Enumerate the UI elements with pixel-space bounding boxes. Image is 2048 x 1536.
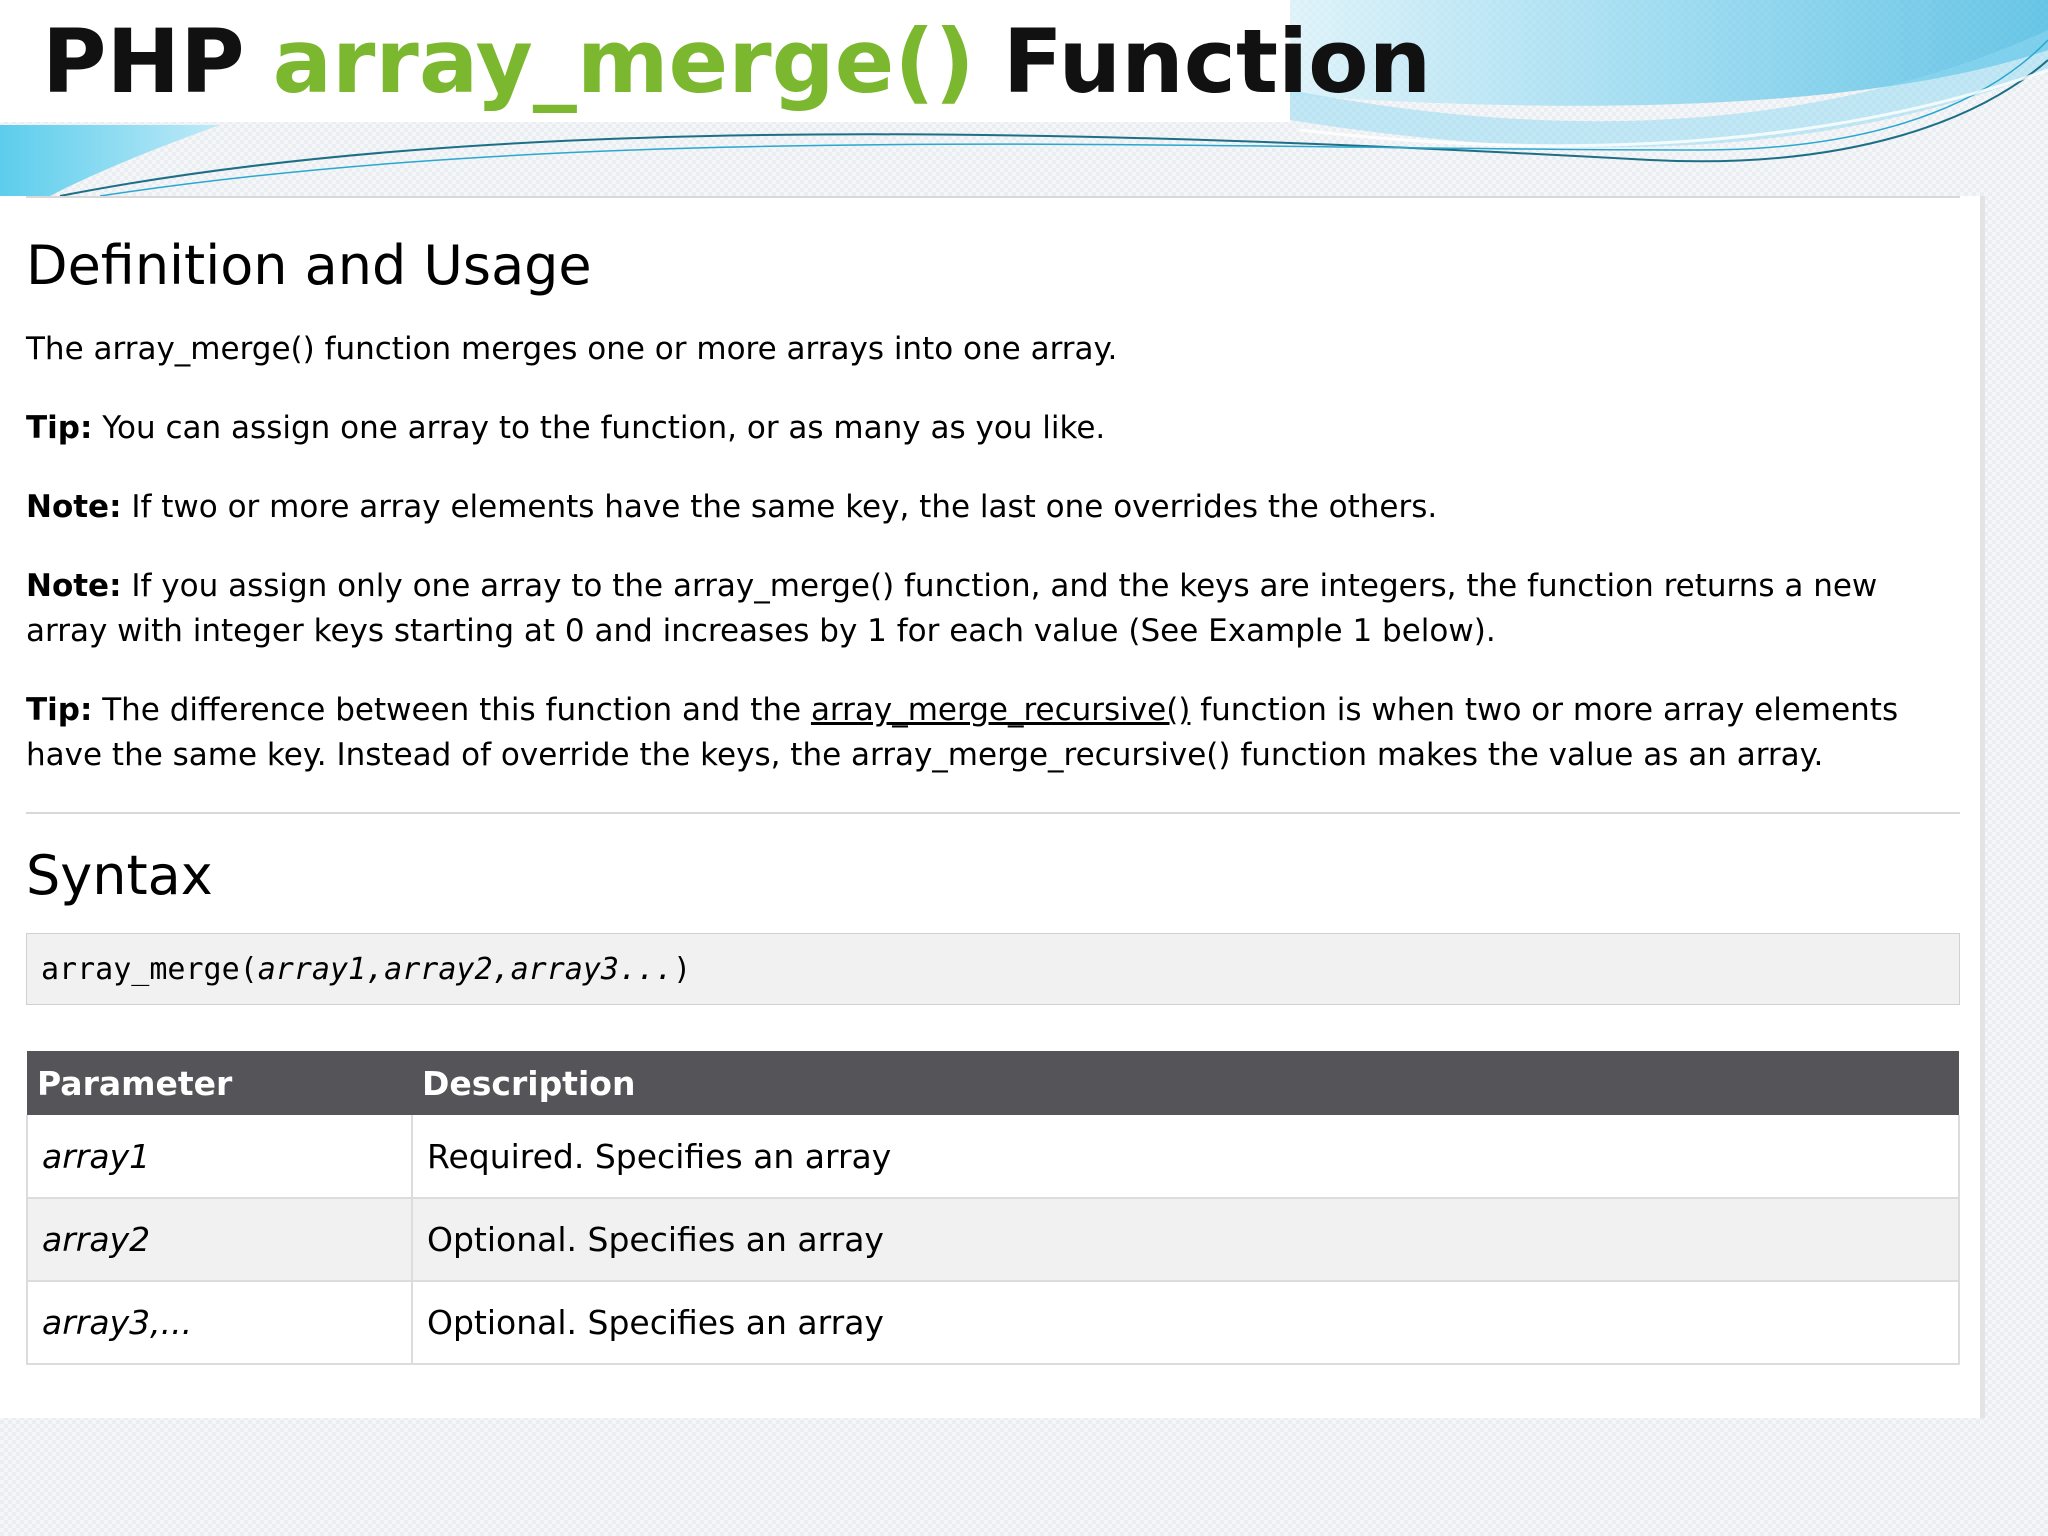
page-content: Definition and Usage The array_merge() f…	[26, 196, 1960, 1365]
code-function: array_merge(	[41, 951, 258, 987]
array-merge-recursive-link[interactable]: array_merge_recursive()	[811, 692, 1190, 728]
column-header-parameter: Parameter	[27, 1051, 412, 1115]
note-paragraph-1: Note: If two or more array elements have…	[26, 485, 1960, 530]
parameters-table: Parameter Description array1 Required. S…	[26, 1051, 1960, 1365]
parameter-name: array1	[26, 1115, 413, 1199]
parameter-description: Optional. Specifies an array	[411, 1281, 1960, 1365]
title-suffix: Function	[1002, 9, 1432, 113]
definition-heading: Definition and Usage	[26, 234, 592, 297]
syntax-heading: Syntax	[26, 844, 213, 907]
slide-title: PHP array_merge() Function	[42, 10, 1431, 113]
divider	[26, 812, 1960, 814]
note-text: If you assign only one array to the arra…	[26, 568, 1878, 649]
parameter-description: Optional. Specifies an array	[411, 1198, 1960, 1282]
table-row: array2 Optional. Specifies an array	[26, 1198, 1960, 1282]
table-row: array3,... Optional. Specifies an array	[26, 1281, 1960, 1365]
parameter-description: Required. Specifies an array	[411, 1115, 1960, 1199]
tip-text: You can assign one array to the function…	[102, 410, 1106, 446]
slide-title-bar: PHP array_merge() Function	[0, 0, 1431, 122]
tip-label: Tip:	[26, 410, 93, 446]
note-text: If two or more array elements have the s…	[131, 489, 1438, 525]
parameter-name: array3,...	[26, 1281, 413, 1365]
title-prefix: PHP	[42, 9, 245, 113]
syntax-code-block: array_merge(array1,array2,array3...)	[26, 933, 1960, 1005]
table-row: array1 Required. Specifies an array	[26, 1115, 1960, 1199]
intro-paragraph: The array_merge() function merges one or…	[26, 331, 1118, 367]
tip-paragraph-2: Tip: The difference between this functio…	[26, 688, 1960, 778]
divider	[26, 196, 1960, 198]
column-header-description: Description	[412, 1051, 1959, 1115]
table-header-row: Parameter Description	[27, 1051, 1959, 1115]
title-function-name: array_merge()	[272, 9, 975, 113]
tip-paragraph-1: Tip: You can assign one array to the fun…	[26, 406, 1960, 451]
note-label: Note:	[26, 489, 122, 525]
tip-label: Tip:	[26, 692, 93, 728]
code-arguments: array1,array2,array3...	[257, 951, 674, 987]
code-close-paren: )	[673, 951, 692, 987]
tip-text-before-link: The difference between this function and…	[102, 692, 802, 728]
reference-page-screenshot: Definition and Usage The array_merge() f…	[0, 196, 1985, 1418]
parameter-name: array2	[26, 1198, 413, 1282]
note-paragraph-2: Note: If you assign only one array to th…	[26, 564, 1960, 654]
note-label: Note:	[26, 568, 122, 604]
